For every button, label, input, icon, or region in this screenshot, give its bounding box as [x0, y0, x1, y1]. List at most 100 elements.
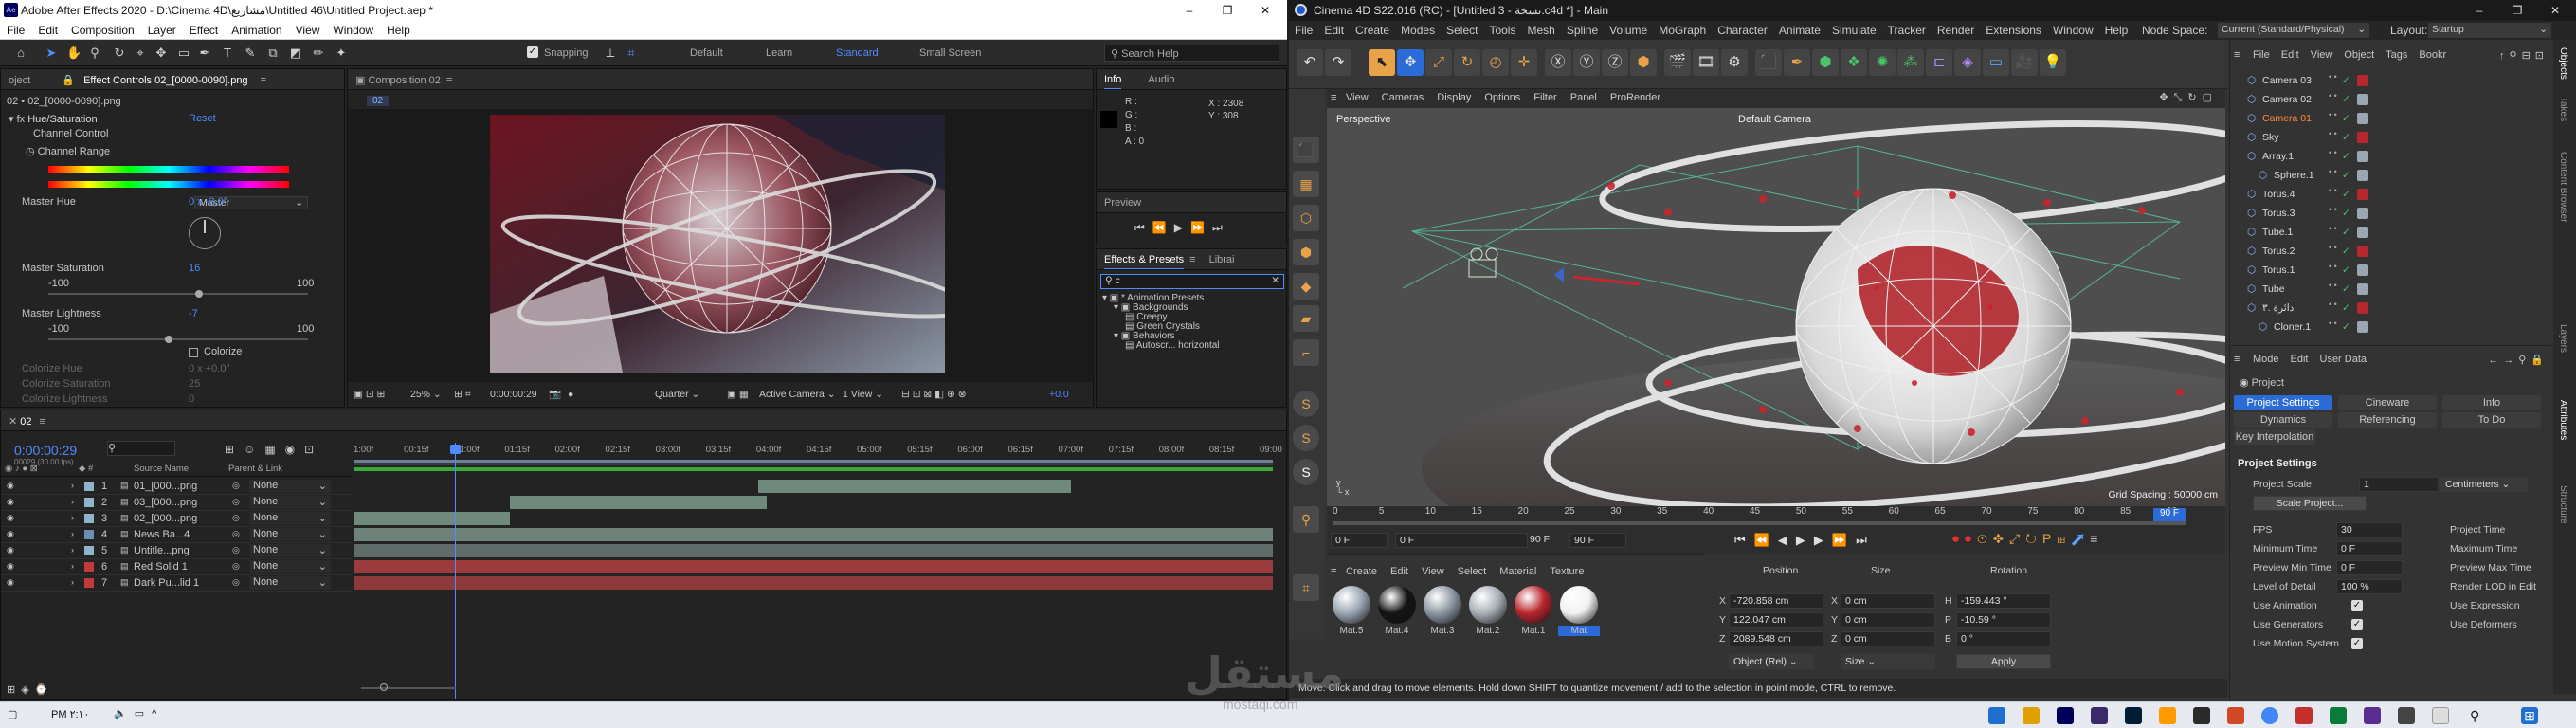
c4d-timeline-track[interactable] [1333, 521, 2186, 525]
side-tab-layers[interactable]: Layers [2558, 324, 2568, 353]
timeline-layer-row[interactable]: ◉ › 5 ▤ Untitle...png ◎ None ⌄ [1, 543, 352, 559]
size-x-field[interactable]: 0 cm [1841, 593, 1935, 609]
next-key-icon[interactable]: ⏩ [1832, 533, 1856, 547]
timeline-layer-row[interactable]: ◉ › 2 ▤ 03_[000...png ◎ None ⌄ [1, 495, 352, 511]
array-icon[interactable]: ❖ [1841, 49, 1867, 76]
coordinate-system-icon[interactable]: ✛ [1511, 49, 1537, 76]
object-row[interactable]: ⬡ Torus.4 • • ✓ [2230, 186, 2552, 205]
next-frame-icon[interactable]: ⏩ [1190, 221, 1212, 234]
visibility-dots-icon[interactable]: • • [2329, 300, 2337, 309]
tab-project[interactable]: oject [9, 75, 30, 86]
c4d-menu-simulate[interactable]: Simulate [1826, 21, 1882, 40]
c4d-menu-character[interactable]: Character [1712, 21, 1773, 40]
prev-key-icon[interactable]: ⏪ [1754, 533, 1778, 547]
scale-key-icon[interactable]: ⤢ [2009, 531, 2025, 546]
master-lightness-value[interactable]: -7 [189, 308, 198, 319]
type-tool-icon[interactable]: T [220, 46, 235, 61]
ae-menu-layer[interactable]: Layer [141, 21, 183, 40]
taskbar-c4d-icon[interactable] [2193, 707, 2210, 724]
pen-tool-icon[interactable]: ✒ [197, 46, 212, 61]
timeline-timecode[interactable]: 0:00:00:29 [14, 443, 77, 458]
object-name[interactable]: Torus.2 [2262, 246, 2295, 257]
z-axis-icon[interactable]: Ⓩ [1602, 49, 1628, 76]
zoom-icon[interactable]: ⤡ [2174, 92, 2188, 103]
tab-effect-controls[interactable]: Effect Controls 02_[0000-0090].png [83, 75, 248, 89]
lightness-slider[interactable] [48, 336, 308, 343]
hand-tool-icon[interactable]: ✋ [66, 46, 82, 61]
layout-dropdown[interactable]: Startup ⌄ [2428, 23, 2551, 38]
viewport-menu-display[interactable]: Display [1437, 92, 1471, 103]
y-axis-icon[interactable]: Ⓨ [1573, 49, 1600, 76]
back-icon[interactable]: ← [2488, 355, 2503, 366]
visibility-icon[interactable]: ◉ [7, 513, 14, 523]
viewport-menu-cameras[interactable]: Cameras [1382, 92, 1424, 103]
visibility-dots-icon[interactable]: • • [2329, 244, 2337, 252]
enabled-check-icon[interactable]: ✓ [2342, 208, 2350, 219]
ae-menu-composition[interactable]: Composition [64, 21, 141, 40]
visibility-icon[interactable]: ◉ [7, 545, 14, 555]
field-icon[interactable]: ◈ [1954, 49, 1981, 76]
expand-arrow-icon[interactable]: › [71, 481, 74, 490]
grid-icon[interactable]: ⊞ ⌗ [454, 389, 471, 401]
layer-duration-bar[interactable] [354, 560, 1273, 573]
visibility-dots-icon[interactable]: • • [2329, 130, 2337, 138]
clone-stamp-icon[interactable]: ⧉ [265, 46, 281, 61]
always-preview-icon[interactable]: ▣ ⊡ ⊞ [354, 389, 385, 400]
enabled-check-icon[interactable]: ✓ [2342, 151, 2350, 162]
model-mode-icon[interactable]: ⬡ [1293, 205, 1319, 231]
deformer-icon[interactable]: ⊏ [1926, 49, 1952, 76]
close-icon[interactable]: ✕ [2536, 2, 2574, 19]
taskbar-app3-icon[interactable] [2364, 707, 2381, 724]
taskbar-office-icon[interactable] [2227, 707, 2244, 724]
visibility-dots-icon[interactable]: • • [2329, 92, 2337, 100]
object-name[interactable]: Torus.4 [2262, 189, 2295, 200]
effects-search-input[interactable]: ⚲ c ✕ [1100, 274, 1284, 289]
camera-object-icon[interactable]: 🎥 [2011, 49, 2038, 76]
layer-switches-icon[interactable]: ⊞ [7, 684, 21, 696]
layer-duration-bar[interactable] [354, 528, 1273, 541]
pen-spline-icon[interactable]: ✒ [1784, 49, 1810, 76]
pan-behind-icon[interactable]: ✥ [154, 46, 169, 61]
tag-icon[interactable] [2357, 264, 2368, 276]
side-tab-takes[interactable]: Takes [2558, 97, 2568, 121]
stretch-icon[interactable]: ⌚ [35, 684, 54, 696]
position-x-field[interactable]: -720.858 cm [1729, 593, 1823, 609]
maximize-icon[interactable]: ❐ [2498, 2, 2536, 19]
object-menu-bookr[interactable]: Bookr [2419, 49, 2446, 61]
workspace-standard[interactable]: Standard [836, 47, 879, 59]
attribute-menu-mode[interactable]: Mode [2253, 354, 2279, 365]
layer-name[interactable]: 01_[000...png [134, 481, 197, 492]
taskbar-media-icon[interactable] [2295, 707, 2313, 724]
label-color-swatch[interactable] [84, 562, 94, 572]
snapping-checkbox[interactable]: ✓ [527, 46, 538, 58]
object-name[interactable]: Camera 03 [2262, 75, 2312, 86]
layer-name[interactable]: Dark Pu...lid 1 [134, 577, 199, 589]
object-row[interactable]: ⬡ Tube.1 • • ✓ [2230, 224, 2552, 243]
task-view-icon[interactable] [2432, 707, 2449, 724]
c4d-menu-window[interactable]: Window [2047, 21, 2099, 40]
saturation-slider-knob[interactable] [194, 290, 203, 298]
tag-icon[interactable] [2357, 283, 2368, 295]
redo-icon[interactable]: ↷ [1325, 49, 1351, 76]
c4d-menu-mesh[interactable]: Mesh [1521, 21, 1560, 40]
ae-menu-file[interactable]: File [0, 21, 31, 40]
material-swatch[interactable]: Mat.1 [1513, 586, 1554, 636]
c4d-menu-select[interactable]: Select [1441, 21, 1483, 40]
scale-project-button[interactable]: Scale Project... [2253, 496, 2367, 511]
reset-link[interactable]: Reset [189, 113, 216, 124]
object-name[interactable]: Camera 02 [2262, 94, 2312, 105]
taskbar-ai-icon[interactable] [2159, 707, 2176, 724]
object-row[interactable]: ⬡ Sphere.1 • • ✓ [2230, 167, 2552, 186]
object-row[interactable]: ⬡ Tube • • ✓ [2230, 281, 2552, 300]
expand-arrow-icon[interactable]: › [71, 561, 74, 571]
enabled-check-icon[interactable]: ✓ [2342, 321, 2350, 333]
material-menu-material[interactable]: Material [1499, 566, 1536, 577]
side-tab-attributes[interactable]: Attributes [2558, 400, 2568, 440]
object-menu-icon[interactable]: ≡ [2234, 49, 2240, 61]
c4d-menu-modes[interactable]: Modes [1395, 21, 1441, 40]
channel-range-spectrum-top[interactable] [48, 166, 289, 173]
object-row[interactable]: ⬡ Torus.3 • • ✓ [2230, 205, 2552, 224]
c4d-menu-spline[interactable]: Spline [1561, 21, 1604, 40]
timeline-menu-icon[interactable]: ≡ [2090, 531, 2103, 546]
parent-dropdown[interactable]: None ⌄ [249, 560, 331, 573]
